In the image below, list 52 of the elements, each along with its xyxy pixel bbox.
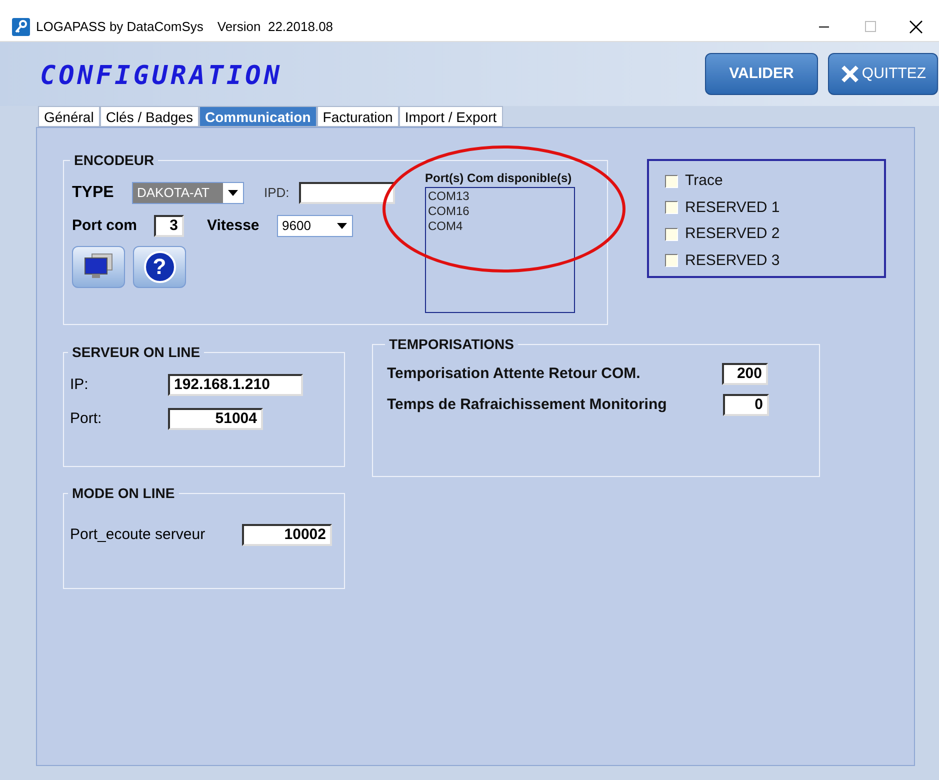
- list-item[interactable]: COM13: [428, 189, 572, 204]
- quit-button[interactable]: QUITTEZ: [828, 53, 938, 95]
- checkbox[interactable]: [665, 228, 678, 241]
- checkbox[interactable]: [665, 174, 678, 188]
- tab[interactable]: Communication: [198, 106, 317, 127]
- text-field[interactable]: 192.168.1.210: [168, 374, 303, 396]
- checkbox[interactable]: [665, 201, 678, 214]
- help-icon: ?: [144, 250, 176, 282]
- field-label: Temporisation Attente Retour COM.: [387, 364, 642, 384]
- help-button[interactable]: ?: [133, 246, 186, 288]
- tab[interactable]: Général: [38, 106, 100, 127]
- tab[interactable]: Clés / Badges: [100, 106, 199, 127]
- group-title: TEMPORISATIONS: [388, 335, 515, 354]
- field-label: Port:: [70, 408, 103, 428]
- list-item[interactable]: COM4: [428, 219, 572, 234]
- dropdown[interactable]: 9600: [277, 215, 353, 238]
- ipd-label: IPD:: [264, 184, 290, 202]
- monitor-button[interactable]: [72, 246, 125, 288]
- speed-label: Vitesse: [207, 216, 260, 236]
- tab[interactable]: Facturation: [316, 106, 399, 127]
- field-label: Port_ecoute serveur: [70, 525, 206, 545]
- text-field[interactable]: [299, 182, 396, 204]
- field-label: Temps de Rafraichissement Monitoring: [387, 394, 668, 414]
- checkbox[interactable]: [665, 254, 678, 268]
- page-title: CONFIGURATION: [40, 60, 282, 93]
- checkbox-label: RESERVED 2: [685, 224, 780, 244]
- key-icon: [12, 18, 30, 36]
- text-field[interactable]: 10002: [242, 524, 332, 546]
- ports-list[interactable]: COM13 COM16 COM4: [425, 187, 575, 313]
- checkbox-label: RESERVED 1: [685, 198, 780, 218]
- list-item[interactable]: COM16: [428, 204, 572, 219]
- version-text: Version 22.2018.08: [217, 18, 334, 36]
- text-field[interactable]: 3: [154, 215, 184, 238]
- type-label: TYPE: [72, 183, 115, 203]
- group-title: ENCODEUR: [73, 151, 156, 170]
- caret-icon: [337, 223, 347, 230]
- dropdown[interactable]: DAKOTA-AT: [132, 182, 244, 204]
- text-field[interactable]: 51004: [168, 408, 263, 430]
- checkbox-label: RESERVED 3: [685, 250, 780, 270]
- caret-icon: [228, 190, 238, 196]
- tab[interactable]: Import / Export: [398, 106, 503, 127]
- text-field[interactable]: 200: [722, 363, 768, 386]
- checkbox-label: Trace: [685, 171, 723, 191]
- ports-title: Port(s) Com disponible(s): [425, 170, 573, 187]
- window-title: LOGAPASS by DataComSys: [36, 18, 204, 36]
- field-label: IP:: [70, 375, 90, 395]
- close-icon: [840, 64, 860, 84]
- port-com-label: Port com: [72, 216, 138, 236]
- group-title: MODE ON LINE: [71, 484, 176, 503]
- group-title: SERVEUR ON LINE: [71, 343, 202, 362]
- text-field[interactable]: 0: [723, 394, 769, 416]
- validate-button[interactable]: VALIDER: [705, 53, 818, 95]
